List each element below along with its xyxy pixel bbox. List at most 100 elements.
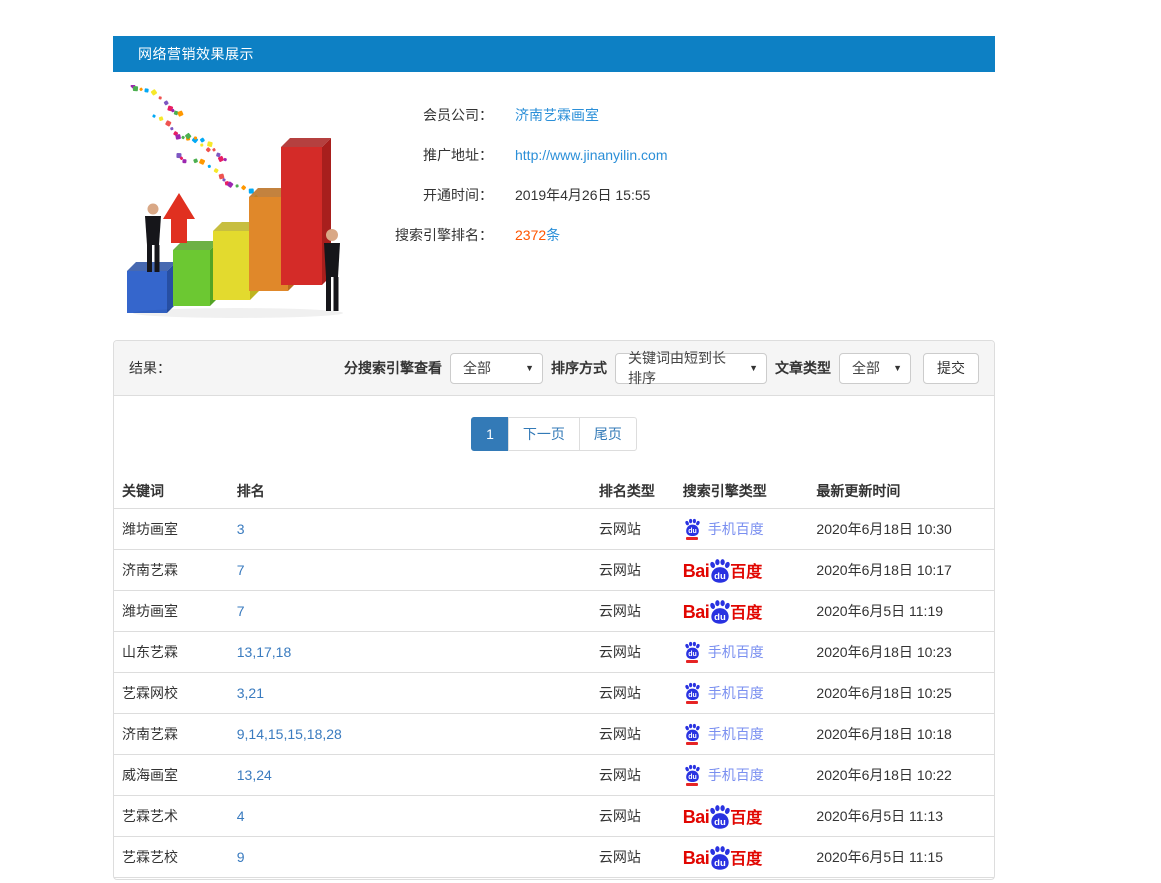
rank-cell: 9,14,15,15,18,28 [229, 726, 591, 742]
mobile-baidu-paw: du [683, 764, 702, 786]
svg-text:du: du [688, 651, 697, 658]
content-container: 网络营销效果展示 会员公司： 济南艺霖画室 推广地址： http://www.j… [113, 36, 995, 880]
engine-filter-select[interactable]: 全部 ▼ [450, 353, 543, 384]
rank-link[interactable]: 7 [237, 603, 245, 619]
baidu-logo[interactable]: Bai du 百度 [683, 845, 763, 869]
rank-link[interactable]: 3 [237, 521, 245, 537]
rank-link[interactable]: 13,24 [237, 767, 272, 783]
company-link[interactable]: 济南艺霖画室 [515, 105, 599, 125]
keyword-cell: 艺霖网校 [114, 683, 229, 703]
page: 网络营销效果展示 会员公司： 济南艺霖画室 推广地址： http://www.j… [0, 0, 1161, 883]
table-row: 潍坊画室 3 云网站 du 手机百度 2020年6月18日 10:30 [114, 509, 994, 550]
baidu-paw-icon: du [683, 518, 702, 537]
baidu-cn-text: 百度 [730, 804, 762, 828]
ranking-count-label: 搜索引擎排名： [381, 225, 493, 245]
open-time-label: 开通时间： [381, 185, 493, 205]
rank-type-cell: 云网站 [591, 601, 675, 621]
update-time-cell: 2020年6月18日 10:23 [808, 642, 994, 662]
mobile-baidu-paw: du [683, 641, 702, 663]
mobile-baidu-paw: du [683, 518, 702, 540]
table-row: 艺霖艺校 9 云网站 Bai du 百度 2020年6月5日 11:15 [114, 837, 994, 878]
keyword-cell: 艺霖艺校 [114, 847, 229, 867]
header-update-time: 最新更新时间 [808, 481, 994, 501]
header-rank: 排名 [229, 481, 591, 501]
engine-filter-value: 全部 [463, 358, 491, 378]
table-row: 山东艺霖 13,17,18 云网站 du 手机百度 2020年6月18日 10:… [114, 632, 994, 673]
sort-filter-value: 关键词由短到长排序 [628, 348, 739, 388]
baidu-bai-text: Bai [683, 602, 710, 623]
update-time-cell: 2020年6月18日 10:18 [808, 724, 994, 744]
open-time-value: 2019年4月26日 15:55 [515, 185, 650, 205]
chevron-down-icon: ▼ [883, 363, 902, 373]
update-time-cell: 2020年6月18日 10:30 [808, 519, 994, 539]
pagination: 1 下一页 尾页 [114, 417, 994, 451]
info-row-url: 推广地址： http://www.jinanyilin.com [381, 135, 668, 175]
update-time-cell: 2020年6月5日 11:13 [808, 806, 994, 826]
rank-link[interactable]: 3,21 [237, 685, 264, 701]
mobile-baidu-label: 手机百度 [708, 765, 764, 785]
baidu-red-underline [686, 783, 698, 786]
keyword-cell: 潍坊画室 [114, 601, 229, 621]
keyword-cell: 威海画室 [114, 765, 229, 785]
baidu-bai-text: Bai [683, 561, 710, 582]
engine-type-cell: du 手机百度 [675, 682, 809, 704]
article-type-select[interactable]: 全部 ▼ [839, 353, 911, 384]
keyword-cell: 山东艺霖 [114, 642, 229, 662]
baidu-red-underline [686, 742, 698, 745]
mobile-baidu-logo[interactable]: du 手机百度 [683, 764, 764, 786]
engine-type-cell: du 手机百度 [675, 641, 809, 663]
last-page-button[interactable]: 尾页 [579, 417, 637, 451]
keyword-cell: 济南艺霖 [114, 560, 229, 580]
mobile-baidu-label: 手机百度 [708, 642, 764, 662]
mobile-baidu-logo[interactable]: du 手机百度 [683, 641, 764, 663]
baidu-logo[interactable]: Bai du 百度 [683, 804, 763, 828]
rank-link[interactable]: 4 [237, 808, 245, 824]
baidu-red-underline [686, 537, 698, 540]
rank-link[interactable]: 7 [237, 562, 245, 578]
mobile-baidu-label: 手机百度 [708, 683, 764, 703]
rank-link[interactable]: 13,17,18 [237, 644, 292, 660]
mobile-baidu-logo[interactable]: du 手机百度 [683, 682, 764, 704]
table-row: 济南艺霖 7 云网站 Bai du 百度 2020年6月18日 10:17 [114, 550, 994, 591]
keyword-ranking-table: 关键词 排名 排名类型 搜索引擎类型 最新更新时间 潍坊画室 3 云网站 du … [114, 473, 994, 878]
article-type-label: 文章类型 [775, 358, 831, 378]
engine-type-cell: du 手机百度 [675, 518, 809, 540]
sort-filter-label: 排序方式 [551, 358, 607, 378]
rank-cell: 3 [229, 521, 591, 537]
mobile-baidu-logo[interactable]: du 手机百度 [683, 518, 764, 540]
mobile-baidu-logo[interactable]: du 手机百度 [683, 723, 764, 745]
svg-text:du: du [688, 774, 697, 781]
rank-type-cell: 云网站 [591, 765, 675, 785]
rank-cell: 7 [229, 562, 591, 578]
baidu-logo[interactable]: Bai du 百度 [683, 599, 763, 623]
baidu-logo[interactable]: Bai du 百度 [683, 558, 763, 582]
svg-text:du: du [688, 692, 697, 699]
engine-type-cell: du 手机百度 [675, 764, 809, 786]
submit-button[interactable]: 提交 [923, 353, 979, 384]
sort-filter-select[interactable]: 关键词由短到长排序 ▼ [615, 353, 767, 384]
next-page-button[interactable]: 下一页 [508, 417, 580, 451]
keyword-cell: 潍坊画室 [114, 519, 229, 539]
filter-bar: 分搜索引擎查看 全部 ▼ 排序方式 关键词由短到长排序 ▼ 文章类型 全部 ▼ [342, 353, 979, 384]
baidu-cn-text: 百度 [730, 599, 762, 623]
table-header-row: 关键词 排名 排名类型 搜索引擎类型 最新更新时间 [114, 473, 994, 509]
chevron-down-icon: ▼ [515, 363, 534, 373]
rank-link[interactable]: 9,14,15,15,18,28 [237, 726, 342, 742]
info-row-company: 会员公司： 济南艺霖画室 [381, 95, 668, 135]
mobile-baidu-paw: du [683, 682, 702, 704]
promo-url-link[interactable]: http://www.jinanyilin.com [515, 147, 668, 163]
rank-type-cell: 云网站 [591, 560, 675, 580]
ranking-count-value[interactable]: 2372条 [515, 225, 560, 245]
engine-type-cell: Bai du 百度 [675, 804, 809, 828]
baidu-paw-icon: du [683, 764, 702, 783]
rank-type-cell: 云网站 [591, 847, 675, 867]
chevron-down-icon: ▼ [739, 363, 758, 373]
baidu-bai-text: Bai [683, 848, 710, 869]
table-row: 潍坊画室 7 云网站 Bai du 百度 2020年6月5日 11:19 [114, 591, 994, 632]
rank-link[interactable]: 9 [237, 849, 245, 865]
page-1-button[interactable]: 1 [471, 417, 509, 451]
svg-text:du: du [714, 817, 726, 828]
result-label: 结果： [129, 358, 171, 378]
baidu-red-underline [686, 660, 698, 663]
table-row: 济南艺霖 9,14,15,15,18,28 云网站 du 手机百度 2020年6… [114, 714, 994, 755]
